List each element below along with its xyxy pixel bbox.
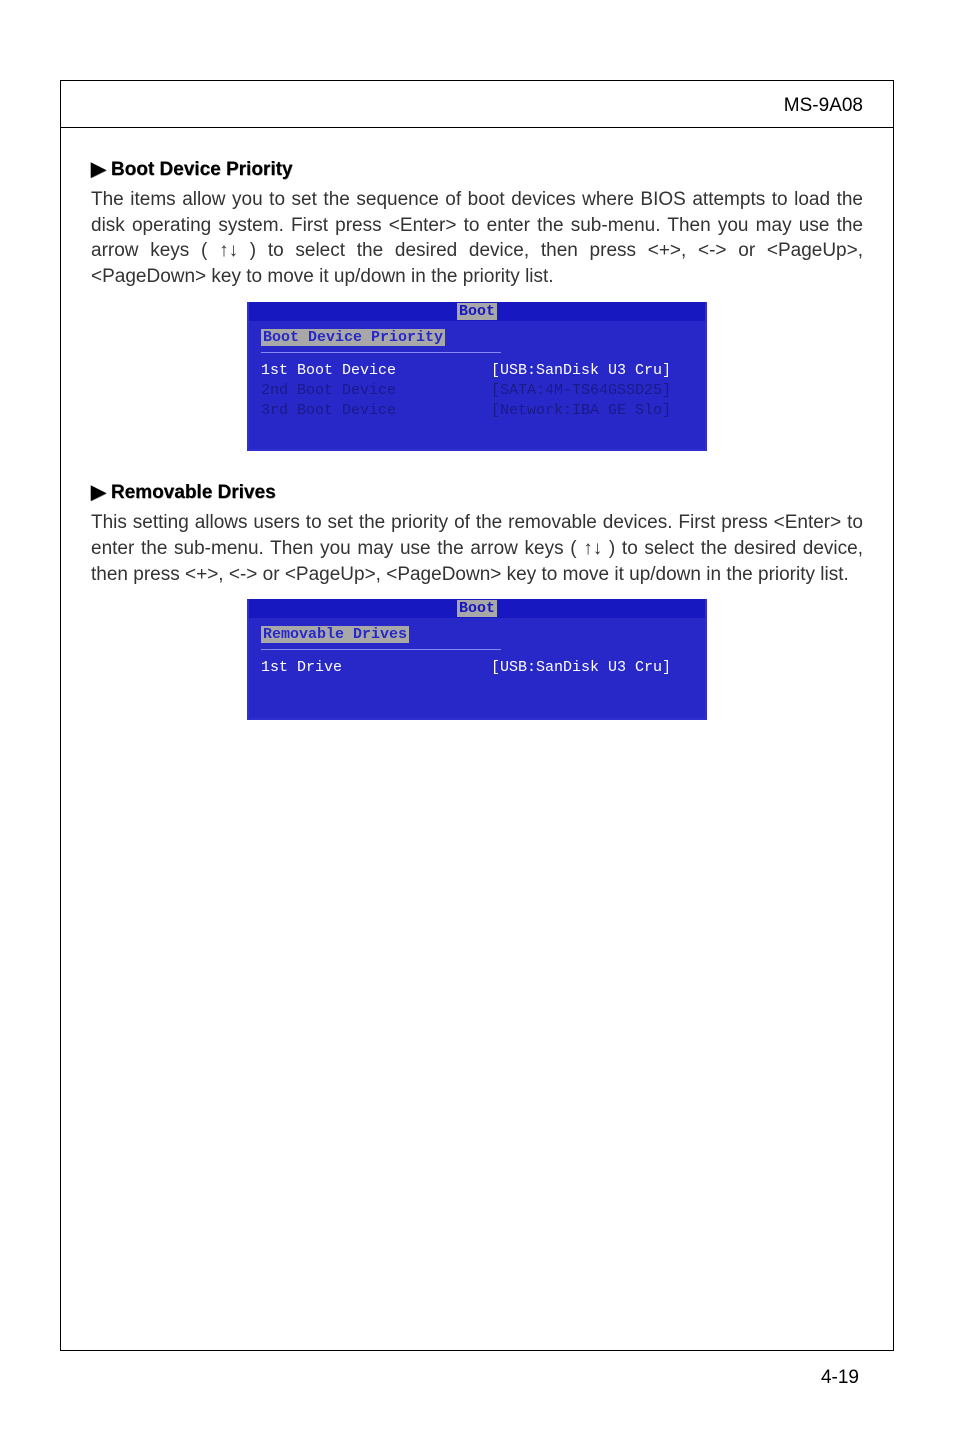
page-content: ▶ Boot Device Priority The items allow y… — [61, 128, 893, 720]
section-heading-boot-priority: ▶ Boot Device Priority — [91, 158, 863, 181]
boot-device-priority-section: ▶ Boot Device Priority The items allow y… — [91, 158, 863, 451]
bios-body: Removable Drives 1st Drive [USB:SanDisk … — [249, 618, 705, 718]
bios-row-label: 3rd Boot Device — [261, 401, 491, 421]
section-heading-removable: ▶ Removable Drives — [91, 481, 863, 504]
bios-row-2nd-boot[interactable]: 2nd Boot Device [SATA:4M-TS64GSSD25] — [261, 381, 693, 401]
bios-panel-removable: Boot Removable Drives 1st Drive [USB:San… — [247, 599, 707, 720]
bios-title: Boot — [457, 303, 497, 320]
removable-drives-section: ▶ Removable Drives This setting allows u… — [91, 481, 863, 720]
bios-row-value: [SATA:4M-TS64GSSD25] — [491, 381, 671, 401]
section-text-boot-priority: The items allow you to set the sequence … — [91, 187, 863, 290]
bios-subtitle: Boot Device Priority — [261, 329, 445, 346]
bios-titlebar: Boot — [249, 599, 705, 618]
page-header: MS-9A08 — [61, 81, 893, 128]
bios-row-3rd-boot[interactable]: 3rd Boot Device [Network:IBA GE Slo] — [261, 401, 693, 421]
bios-row-value: [USB:SanDisk U3 Cru] — [491, 658, 671, 678]
bios-body: Boot Device Priority 1st Boot Device [US… — [249, 321, 705, 450]
page-frame: MS-9A08 ▶ Boot Device Priority The items… — [60, 80, 894, 1351]
bios-row-label: 1st Boot Device — [261, 361, 491, 381]
model-number: MS-9A08 — [784, 95, 863, 116]
bios-row-value: [Network:IBA GE Slo] — [491, 401, 671, 421]
bios-titlebar: Boot — [249, 302, 705, 321]
bios-divider — [261, 649, 501, 650]
bios-row-1st-boot[interactable]: 1st Boot Device [USB:SanDisk U3 Cru] — [261, 361, 693, 381]
bios-row-label: 1st Drive — [261, 658, 491, 678]
section-text-removable: This setting allows users to set the pri… — [91, 510, 863, 587]
bios-row-label: 2nd Boot Device — [261, 381, 491, 401]
bios-subtitle: Removable Drives — [261, 626, 409, 643]
bios-title: Boot — [457, 600, 497, 617]
page-number: 4-19 — [821, 1367, 859, 1389]
bios-row-value: [USB:SanDisk U3 Cru] — [491, 361, 671, 381]
bios-row-1st-drive[interactable]: 1st Drive [USB:SanDisk U3 Cru] — [261, 658, 693, 678]
bios-panel-boot-priority: Boot Boot Device Priority 1st Boot Devic… — [247, 302, 707, 452]
bios-divider — [261, 352, 501, 353]
